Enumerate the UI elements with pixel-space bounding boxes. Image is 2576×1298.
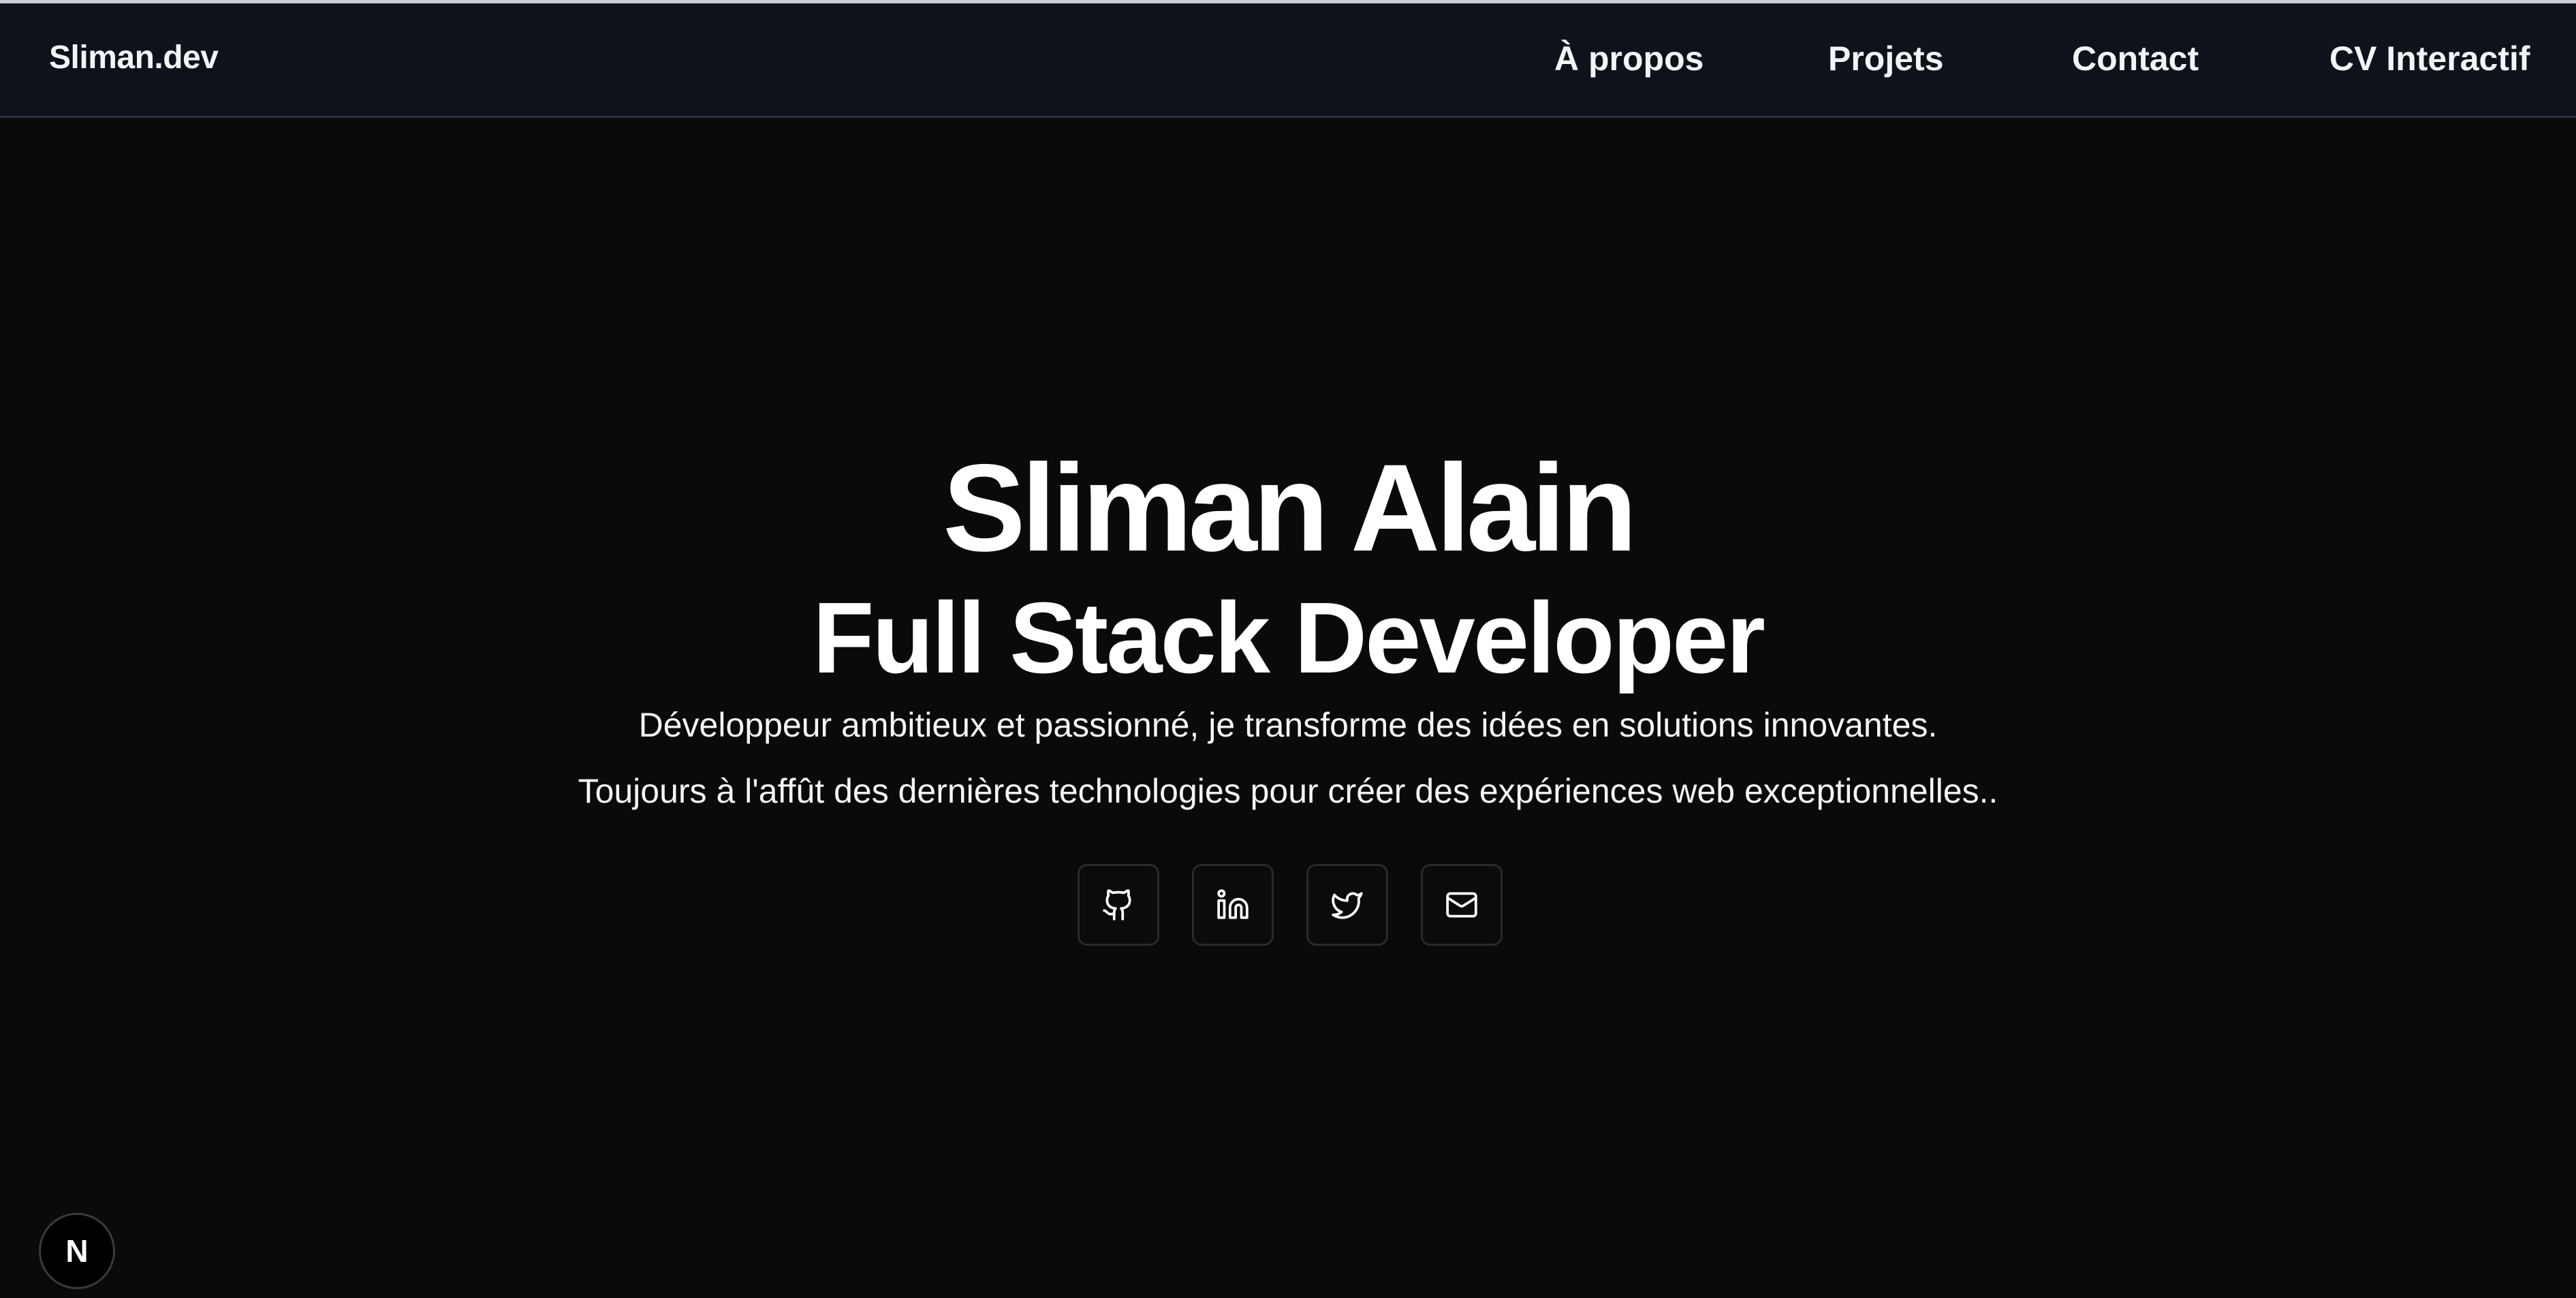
nextjs-dev-indicator-button[interactable]: N	[39, 1213, 115, 1289]
linkedin-button[interactable]	[1192, 864, 1274, 946]
brand-logo-link[interactable]: Sliman.dev	[49, 39, 219, 76]
hero-description-line-1: Développeur ambitieux et passionné, je t…	[638, 706, 1938, 744]
nav-link-projets[interactable]: Projets	[1828, 39, 1944, 78]
mail-icon	[1446, 892, 1477, 918]
nav-link-cv-interactif[interactable]: CV Interactif	[2329, 39, 2530, 78]
github-button[interactable]	[1078, 864, 1159, 946]
nav-link-a-propos[interactable]: À propos	[1554, 39, 1703, 78]
hero-role: Full Stack Developer	[813, 582, 1765, 694]
hero-description-line-2: Toujours à l'affût des dernières technol…	[578, 772, 1998, 810]
github-icon	[1103, 889, 1131, 921]
hero-name: Sliman Alain	[943, 438, 1637, 577]
linkedin-icon	[1217, 889, 1248, 919]
navbar: Sliman.dev À propos Projets Contact CV I…	[0, 3, 2576, 118]
nav-link-contact[interactable]: Contact	[2072, 39, 2199, 78]
twitter-icon	[1332, 892, 1363, 919]
nextjs-logo-icon: N	[65, 1233, 89, 1269]
twitter-button[interactable]	[1306, 864, 1388, 946]
email-button[interactable]	[1421, 864, 1503, 946]
